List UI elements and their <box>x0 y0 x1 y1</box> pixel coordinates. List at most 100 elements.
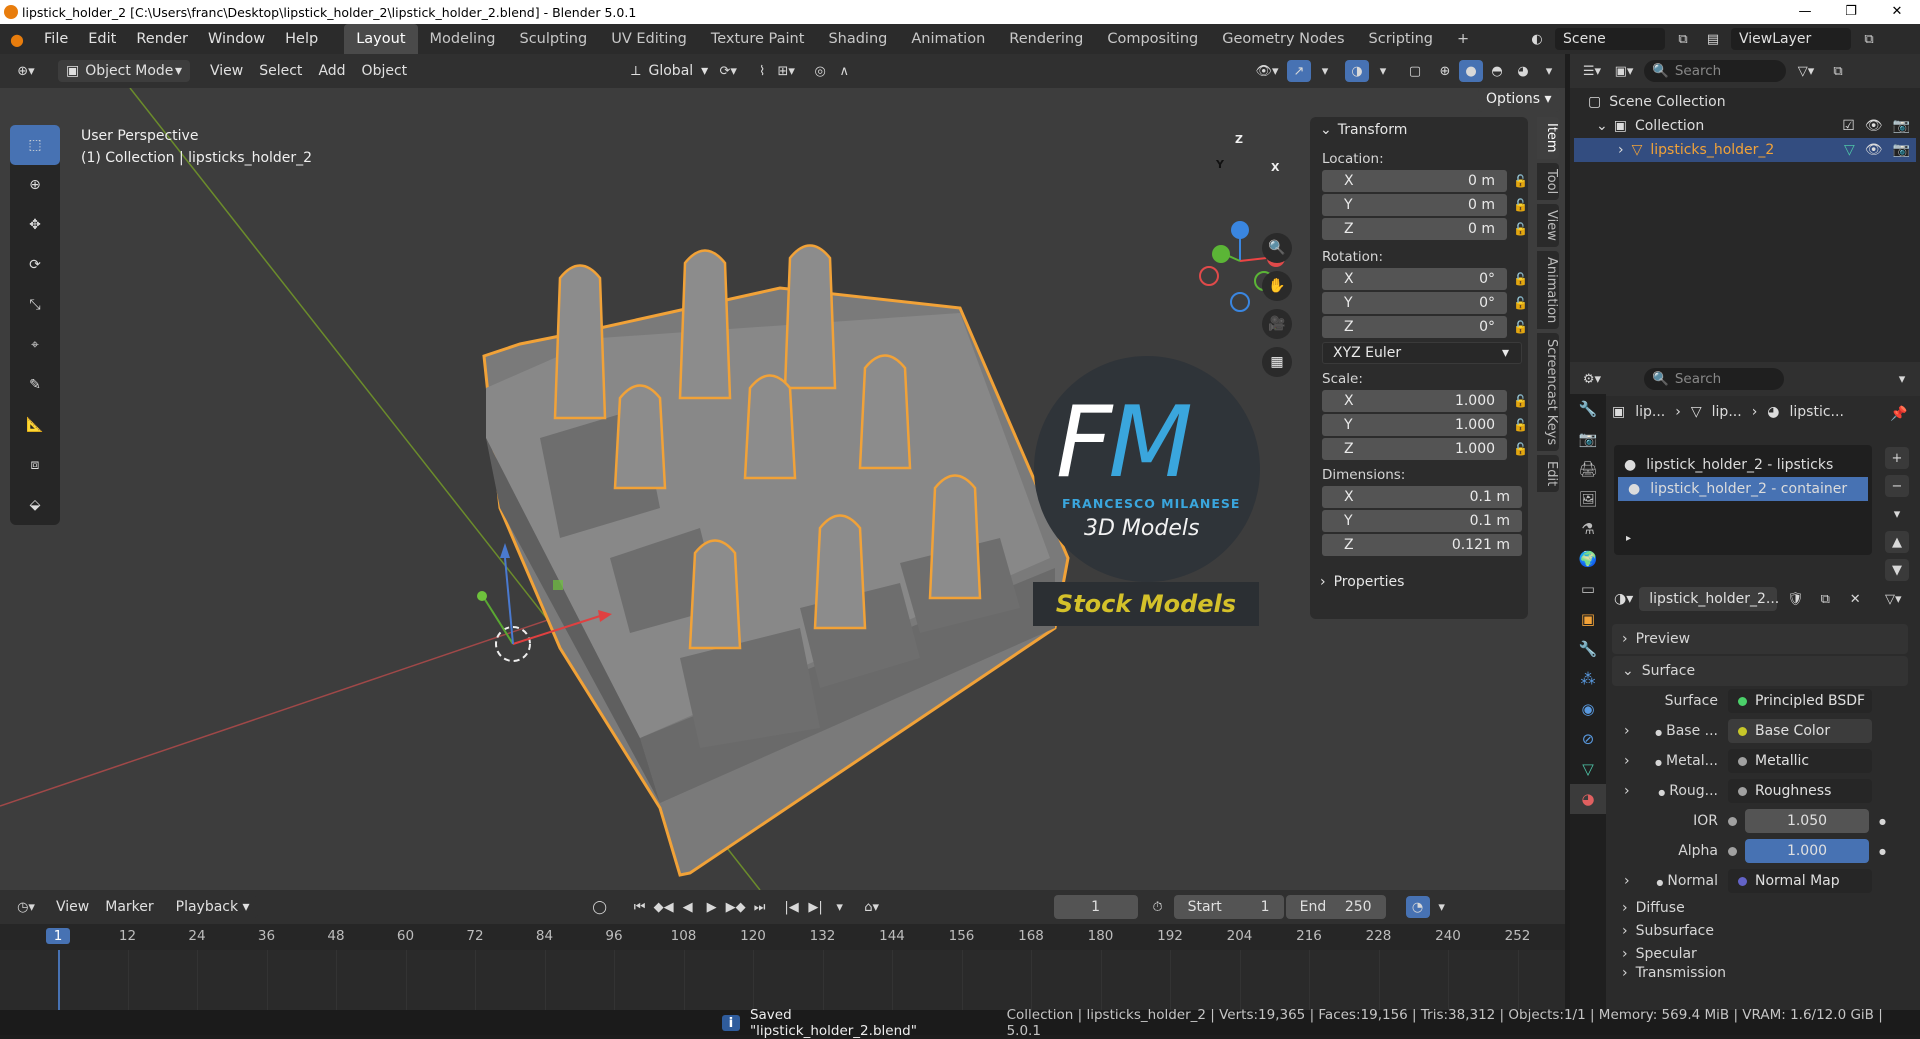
physics-tab-icon[interactable]: ◉ <box>1570 694 1606 724</box>
unlink-material-icon[interactable]: ✕ <box>1843 588 1867 610</box>
view-options-icon[interactable]: ◔ <box>1405 896 1430 918</box>
next-frame-icon[interactable]: ▶| <box>804 896 828 918</box>
play-icon[interactable]: ▶ <box>700 896 724 918</box>
workspace-tab-compositing[interactable]: Compositing <box>1095 24 1210 54</box>
lock-icon[interactable]: 🔓 <box>1513 442 1528 456</box>
scene-icon[interactable]: ◐ <box>1525 28 1549 50</box>
camera-view-icon[interactable]: 🎥 <box>1262 309 1292 339</box>
outliner-collection[interactable]: ⌄ ▣ Collection ☑ 👁 📷 <box>1570 114 1920 138</box>
proportional-editing-icon[interactable]: ◎ <box>808 60 832 82</box>
transform-panel-header[interactable]: ⌄ Transform <box>1310 117 1528 143</box>
duplicate-material-icon[interactable]: ⧉ <box>1813 588 1837 610</box>
dimensions-y-field[interactable]: Y 0.1 m <box>1322 510 1522 532</box>
collection-tab-icon[interactable]: ▭ <box>1570 574 1606 604</box>
constraints-tab-icon[interactable]: ⊘ <box>1570 724 1606 754</box>
close-button[interactable]: ✕ <box>1874 0 1920 24</box>
render-tab-icon[interactable]: 📷 <box>1570 424 1606 454</box>
material-slot-container[interactable]: ● lipstick_holder_2 - container <box>1618 477 1868 501</box>
workspace-tab-shading[interactable]: Shading <box>816 24 899 54</box>
transform-tool-icon[interactable]: ⌖ <box>10 325 60 365</box>
view-layer-selector[interactable]: ViewLayer <box>1731 28 1851 50</box>
preview-panel-header[interactable]: › Preview <box>1612 624 1908 654</box>
ior-field[interactable]: 1.050 <box>1745 809 1869 833</box>
chevron-down-icon[interactable]: ▾ <box>1430 896 1454 918</box>
xray-toggle-icon[interactable]: ▢ <box>1403 60 1427 82</box>
eye-icon[interactable]: 👁 <box>1865 118 1883 134</box>
material-slot-lipsticks[interactable]: ● lipstick_holder_2 - lipsticks <box>1614 453 1872 477</box>
timeline-track-area[interactable] <box>0 950 1565 1010</box>
lock-icon[interactable]: 🔓 <box>1513 272 1528 286</box>
eye-icon[interactable]: 👁 <box>1865 142 1883 158</box>
cursor-tool-icon[interactable]: ⊕ <box>10 165 60 205</box>
menu-help[interactable]: Help <box>275 24 328 54</box>
measure-tool-icon[interactable]: 📐 <box>10 405 60 445</box>
zoom-icon[interactable]: 🔍 <box>1262 233 1292 263</box>
wireframe-shading-icon[interactable]: ⊕ <box>1433 60 1457 82</box>
shading-dropdown-icon[interactable]: ▾ <box>1537 60 1561 82</box>
sidebar-tab-screencast-keys[interactable]: Screencast Keys <box>1537 333 1559 452</box>
scene-tab-icon[interactable]: ⚗ <box>1570 514 1606 544</box>
display-mode-icon[interactable]: ▣▾ <box>1612 60 1636 82</box>
rotation-x-field[interactable]: X 0° <box>1322 268 1508 290</box>
chevron-right-icon[interactable]: › <box>1624 723 1642 739</box>
transmission-subpanel[interactable]: › Transmission <box>1612 965 1908 977</box>
scale-y-field[interactable]: Y 1.000 <box>1322 414 1508 436</box>
move-down-icon[interactable]: ▼ <box>1885 559 1909 581</box>
data-tab-icon[interactable]: ▽ <box>1570 754 1606 784</box>
fake-user-icon[interactable]: 🛡 <box>1783 588 1807 610</box>
jump-end-icon[interactable]: ⏭ <box>748 896 772 918</box>
dimensions-x-field[interactable]: X 0.1 m <box>1322 486 1522 508</box>
add-slot-icon[interactable]: + <box>1885 447 1909 469</box>
blender-menu-icon[interactable]: ● <box>0 30 34 49</box>
output-tab-icon[interactable]: 🖨 <box>1570 454 1606 484</box>
rotation-mode-dropdown[interactable]: XYZ Euler ▾ <box>1322 342 1522 364</box>
play-reverse-icon[interactable]: ◀ <box>676 896 700 918</box>
add-primitive-tool-icon[interactable]: ⬙ <box>10 485 60 525</box>
workspace-tab-modeling[interactable]: Modeling <box>418 24 508 54</box>
frame-ruler[interactable]: 1 12 24 36 48 60 72 84 96 108 120 132 144 156 168 180 19… <box>0 924 1565 950</box>
record-icon[interactable]: ◯ <box>588 896 612 918</box>
normal-field[interactable]: Normal Map <box>1728 869 1872 893</box>
checkbox-icon[interactable]: ☑ <box>1842 118 1855 134</box>
properties-editor-icon[interactable]: ⚙▾ <box>1580 368 1604 390</box>
pan-hand-icon[interactable]: ✋ <box>1262 271 1292 301</box>
viewport-menu-select[interactable]: Select <box>251 60 310 82</box>
world-tab-icon[interactable]: 🌍 <box>1570 544 1606 574</box>
tool-tab-icon[interactable]: 🔧 <box>1570 394 1606 424</box>
add-cube-tool-icon[interactable]: ⧈ <box>10 445 60 485</box>
alpha-field[interactable]: 1.000 <box>1745 839 1869 863</box>
modifiers-tab-icon[interactable]: 🔧 <box>1570 634 1606 664</box>
lock-icon[interactable]: 🔓 <box>1513 174 1528 188</box>
gizmo-axis-z[interactable]: Z <box>1235 133 1243 146</box>
gizmo-dropdown-icon[interactable]: ▾ <box>1313 60 1337 82</box>
material-filter-icon[interactable]: ▽▾ <box>1881 588 1905 610</box>
lock-icon[interactable]: 🔓 <box>1513 418 1528 432</box>
gizmo-axis-x[interactable]: X <box>1271 161 1279 174</box>
subsurface-subpanel[interactable]: › Subsurface <box>1612 919 1908 942</box>
lock-icon[interactable]: 🔓 <box>1513 394 1528 408</box>
material-browse-icon[interactable]: ◑▾ <box>1614 591 1633 607</box>
material-name-field[interactable]: lipstick_holder_2... <box>1639 587 1779 611</box>
rotation-z-field[interactable]: Z 0° <box>1322 316 1508 338</box>
timeline-playback-dropdown[interactable]: Playback ▾ <box>167 896 258 918</box>
rendered-shading-icon[interactable]: ◕ <box>1511 60 1535 82</box>
start-frame-field[interactable]: Start 1 <box>1173 895 1284 919</box>
scale-x-field[interactable]: X 1.000 <box>1322 390 1508 412</box>
new-view-layer-icon[interactable]: ⧉ <box>1857 28 1881 50</box>
workspace-tab-sculpting[interactable]: Sculpting <box>507 24 599 54</box>
properties-search-input[interactable]: 🔍 Search <box>1644 368 1784 390</box>
end-frame-field[interactable]: End 250 <box>1285 895 1386 919</box>
location-z-field[interactable]: Z0 m <box>1322 218 1508 240</box>
object-mode-dropdown[interactable]: ▣ Object Mode ▾ <box>58 60 190 82</box>
visibility-icon[interactable]: 👁▾ <box>1255 60 1279 82</box>
viewport-menu-view[interactable]: View <box>202 60 251 82</box>
minimize-button[interactable]: — <box>1782 0 1828 24</box>
timeline-editor-icon[interactable]: ◷▾ <box>14 896 38 918</box>
workspace-tab-layout[interactable]: Layout <box>344 24 418 54</box>
menu-render[interactable]: Render <box>126 24 198 54</box>
scale-tool-icon[interactable]: ⤡ <box>10 285 60 325</box>
chevron-right-icon[interactable]: › <box>1624 873 1642 889</box>
overlays-toggle-icon[interactable]: ◑ <box>1345 60 1369 82</box>
rotate-tool-icon[interactable]: ⟳ <box>10 245 60 285</box>
workspace-tab-scripting[interactable]: Scripting <box>1357 24 1445 54</box>
